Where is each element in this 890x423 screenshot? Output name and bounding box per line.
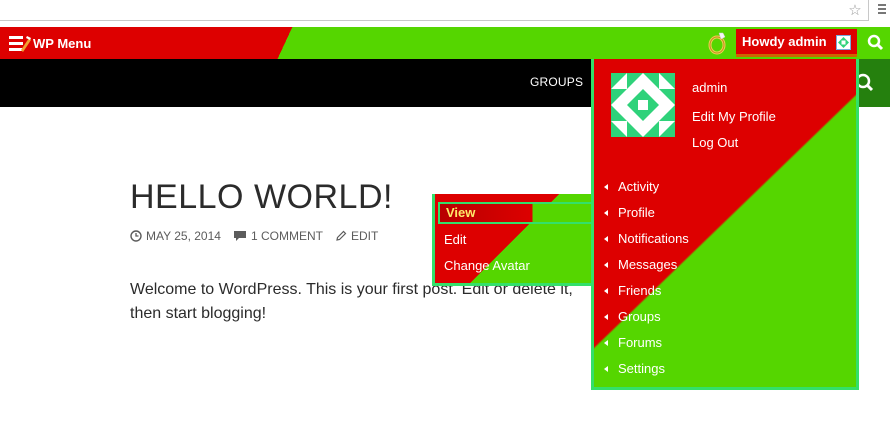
dropdown-item-label: Settings [618, 361, 665, 376]
arrow-left-icon [604, 287, 608, 294]
edit-my-profile-link[interactable]: Edit My Profile [692, 109, 776, 124]
dropdown-item-groups[interactable]: Groups [604, 309, 661, 324]
dropdown-item-label: Profile [618, 205, 655, 220]
dropdown-item-activity[interactable]: Activity [604, 179, 659, 194]
avatar-small [836, 35, 851, 50]
dropdown-item-friends[interactable]: Friends [604, 283, 661, 298]
dropdown-item-forums[interactable]: Forums [604, 335, 662, 350]
wp-menu-button[interactable]: WP Menu [9, 31, 91, 55]
wp-menu-icon [9, 34, 31, 52]
arrow-left-icon [604, 183, 608, 190]
wp-menu-label: WP Menu [33, 35, 92, 51]
log-out-link[interactable]: Log Out [692, 135, 738, 150]
dropdown-item-profile[interactable]: Profile [604, 205, 655, 220]
submenu-item-change-avatar[interactable]: Change Avatar [444, 258, 530, 273]
dropdown-item-settings[interactable]: Settings [604, 361, 665, 376]
arrow-left-icon [604, 339, 608, 346]
nav-item-groups[interactable]: GROUPS [530, 75, 583, 89]
search-icon [867, 34, 884, 51]
avatar[interactable] [611, 73, 675, 137]
address-bar[interactable] [0, 0, 869, 21]
howdy-account-menu[interactable]: Howdy admin [736, 29, 857, 57]
comment-icon [233, 231, 246, 241]
dropdown-item-label: Groups [618, 309, 661, 324]
profile-submenu: View Edit Change Avatar [432, 194, 596, 286]
dropdown-item-label: Friends [618, 283, 662, 298]
post-meta: MAY 25, 2014 1 COMMENT EDIT [130, 229, 378, 243]
post-date-text: MAY 25, 2014 [146, 229, 221, 243]
ring-icon[interactable] [707, 31, 729, 55]
dropdown-username[interactable]: admin [692, 80, 727, 95]
submenu-item-edit[interactable]: Edit [444, 232, 466, 247]
account-dropdown: admin Edit My Profile Log Out Activity P… [591, 59, 859, 390]
post-date[interactable]: MAY 25, 2014 [130, 229, 221, 243]
dropdown-item-messages[interactable]: Messages [604, 257, 677, 272]
dropdown-item-label: Notifications [618, 231, 689, 246]
admin-bar: WP Menu Howdy admin [0, 27, 890, 59]
dropdown-item-label: Messages [618, 257, 678, 272]
submenu-item-view[interactable]: View [438, 202, 596, 224]
bookmark-star-icon[interactable]: ☆ [846, 2, 864, 18]
post-comments-text: 1 COMMENT [250, 229, 323, 243]
submenu-item-view-label: View [446, 205, 476, 220]
browser-chrome: ☆ [0, 0, 890, 27]
arrow-left-icon [604, 365, 608, 372]
arrow-left-icon [604, 261, 608, 268]
howdy-label: Howdy admin [742, 34, 827, 49]
dropdown-item-label: Forums [618, 335, 663, 350]
arrow-left-icon [604, 235, 608, 242]
post-title[interactable]: HELLO WORLD! [130, 178, 393, 217]
pencil-icon [336, 230, 347, 241]
post-edit-link[interactable]: EDIT [335, 229, 378, 243]
post-edit-text: EDIT [350, 229, 379, 243]
arrow-left-icon [604, 209, 608, 216]
dropdown-item-notifications[interactable]: Notifications [604, 231, 689, 246]
arrow-left-icon [604, 313, 608, 320]
browser-menu-icon[interactable] [878, 4, 888, 16]
clock-icon [130, 230, 142, 242]
post-comments[interactable]: 1 COMMENT [233, 229, 323, 243]
dropdown-item-label: Activity [618, 179, 660, 194]
admin-search-button[interactable] [861, 27, 890, 59]
